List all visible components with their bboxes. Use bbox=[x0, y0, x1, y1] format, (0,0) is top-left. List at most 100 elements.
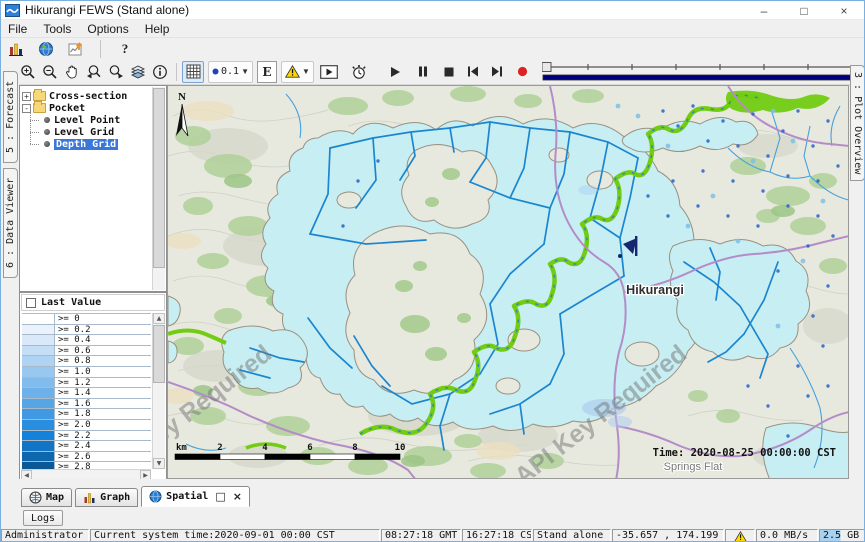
timer-icon[interactable] bbox=[348, 61, 370, 83]
threshold-value: 0.1 bbox=[221, 66, 239, 77]
legend-swatch bbox=[22, 409, 55, 419]
scroll-down-icon[interactable]: ▼ bbox=[153, 458, 165, 469]
timeseries-dialog-icon[interactable] bbox=[65, 38, 87, 60]
help-button[interactable]: ? bbox=[114, 38, 136, 60]
svg-text:2: 2 bbox=[217, 443, 222, 453]
info-icon[interactable] bbox=[149, 61, 171, 83]
legend-row[interactable]: >= 0.4 bbox=[22, 335, 151, 346]
tree-scrollbar[interactable] bbox=[152, 87, 165, 290]
legend-label: >= 0.8 bbox=[55, 356, 151, 366]
bar-chart-icon bbox=[83, 491, 96, 504]
legend-row[interactable]: >= 2.0 bbox=[22, 420, 151, 431]
legend-row[interactable]: >= 2.2 bbox=[22, 431, 151, 442]
tab-data-viewer[interactable]: 6 : Data Viewer bbox=[3, 168, 18, 278]
legend-label: >= 1.0 bbox=[55, 367, 151, 377]
menu-tools[interactable]: Tools bbox=[43, 22, 71, 36]
tree-expander-icon[interactable]: + bbox=[22, 92, 31, 101]
legend-swatch bbox=[22, 420, 55, 430]
menu-help[interactable]: Help bbox=[145, 22, 170, 36]
svg-text:6: 6 bbox=[307, 443, 312, 453]
play-icon[interactable] bbox=[384, 61, 406, 83]
maximize-button[interactable]: □ bbox=[784, 1, 824, 20]
legend-row[interactable]: >= 2.6 bbox=[22, 452, 151, 463]
timeline-slider[interactable] bbox=[542, 61, 860, 83]
legend-row[interactable]: >= 0 bbox=[22, 314, 151, 325]
scroll-up-icon[interactable]: ▲ bbox=[153, 313, 165, 324]
pause-icon[interactable] bbox=[412, 61, 434, 83]
layer-tree-panel: + Cross-section-PocketLevel PointLevel Gr… bbox=[19, 85, 167, 292]
svg-text:8: 8 bbox=[352, 443, 357, 453]
legend-label: >= 2.4 bbox=[55, 441, 151, 451]
tab-spatial[interactable]: Spatial □ × bbox=[141, 486, 250, 507]
legend-row[interactable]: >= 1.6 bbox=[22, 399, 151, 410]
warning-icon bbox=[285, 65, 300, 78]
legend-row[interactable]: >= 1.8 bbox=[22, 409, 151, 420]
explorer-icon[interactable] bbox=[5, 38, 27, 60]
legend-label: >= 1.8 bbox=[55, 409, 151, 419]
tab-forecast[interactable]: 5 : Forecast bbox=[3, 71, 18, 163]
export-animation-icon[interactable] bbox=[318, 61, 340, 83]
legend-row[interactable]: >= 1.0 bbox=[22, 367, 151, 378]
pan-icon[interactable] bbox=[61, 61, 83, 83]
spatial-close-icon[interactable]: × bbox=[233, 490, 242, 503]
status-alerts[interactable] bbox=[725, 529, 755, 542]
tree-item-depth-grid[interactable]: Depth Grid bbox=[22, 138, 151, 150]
legend-row[interactable]: >= 0.8 bbox=[22, 356, 151, 367]
last-value-checkbox[interactable] bbox=[26, 298, 36, 308]
legend-row[interactable]: >= 1.4 bbox=[22, 388, 151, 399]
menu-file[interactable]: File bbox=[8, 22, 27, 36]
legend-row[interactable]: >= 1.2 bbox=[22, 378, 151, 389]
grid-display-icon[interactable] bbox=[182, 61, 204, 83]
scrollbar-thumb[interactable] bbox=[153, 88, 165, 268]
tree-item-label: Level Grid bbox=[54, 127, 114, 138]
stop-icon[interactable] bbox=[438, 61, 460, 83]
legend-label: >= 1.4 bbox=[55, 388, 151, 398]
legend-swatch bbox=[22, 441, 55, 451]
layers-icon[interactable] bbox=[127, 61, 149, 83]
legend-label: >= 1.6 bbox=[55, 399, 151, 409]
zoom-in-icon[interactable] bbox=[17, 61, 39, 83]
tab-map[interactable]: Map bbox=[21, 488, 72, 507]
spatial-maximize-icon[interactable]: □ bbox=[215, 490, 225, 503]
svg-text:10: 10 bbox=[395, 443, 406, 453]
spatial-display-icon[interactable] bbox=[35, 38, 57, 60]
warning-dropdown[interactable]: ▼ bbox=[281, 61, 314, 83]
scrollbar-thumb[interactable] bbox=[153, 325, 165, 383]
legend-row[interactable]: >= 0.6 bbox=[22, 346, 151, 357]
legend-label: >= 2.2 bbox=[55, 431, 151, 441]
threshold-dropdown[interactable]: 0.1 ▼ bbox=[208, 61, 253, 83]
legend-swatch bbox=[22, 367, 55, 377]
close-button[interactable]: × bbox=[824, 1, 864, 20]
tab-plot-overview[interactable]: 3 : Plot Overview bbox=[850, 65, 865, 181]
zoom-out-icon[interactable] bbox=[39, 61, 61, 83]
legend-row[interactable]: >= 0.2 bbox=[22, 325, 151, 336]
legend-row[interactable]: >= 2.4 bbox=[22, 441, 151, 452]
tree-item-level-grid[interactable]: Level Grid bbox=[22, 126, 151, 138]
timeline-thumb bbox=[542, 62, 551, 71]
svg-text:N: N bbox=[178, 91, 186, 103]
app-icon bbox=[5, 4, 20, 17]
step-forward-icon[interactable] bbox=[486, 61, 508, 83]
bottom-dock: Map Graph Spatial □ × Logs bbox=[1, 479, 864, 529]
zoom-next-icon[interactable] bbox=[105, 61, 127, 83]
logs-button[interactable]: Logs bbox=[23, 510, 63, 526]
record-icon[interactable] bbox=[512, 61, 534, 83]
step-back-icon[interactable] bbox=[462, 61, 484, 83]
tree-item-pocket[interactable]: -Pocket bbox=[22, 102, 151, 114]
tree-item-label: Cross-section bbox=[49, 91, 127, 102]
menu-options[interactable]: Options bbox=[87, 22, 128, 36]
legend-toggle-button[interactable]: E bbox=[257, 61, 277, 83]
legend-row[interactable]: >= 2.8 bbox=[22, 462, 151, 469]
minimize-button[interactable]: – bbox=[744, 1, 784, 20]
tab-graph[interactable]: Graph bbox=[75, 488, 138, 507]
folder-icon bbox=[33, 103, 46, 113]
map-canvas[interactable]: API Key Required API Key Required Hikura… bbox=[167, 85, 849, 479]
legend-label: >= 0 bbox=[55, 314, 151, 324]
bullet-icon bbox=[44, 141, 50, 147]
main-toolbar: ? bbox=[1, 38, 864, 59]
tree-item-level-point[interactable]: Level Point bbox=[22, 114, 151, 126]
zoom-previous-icon[interactable] bbox=[83, 61, 105, 83]
legend-swatch bbox=[22, 314, 55, 324]
legend-scrollbar[interactable]: ▲ ▼ bbox=[152, 313, 165, 469]
legend-label: >= 0.2 bbox=[55, 325, 151, 335]
